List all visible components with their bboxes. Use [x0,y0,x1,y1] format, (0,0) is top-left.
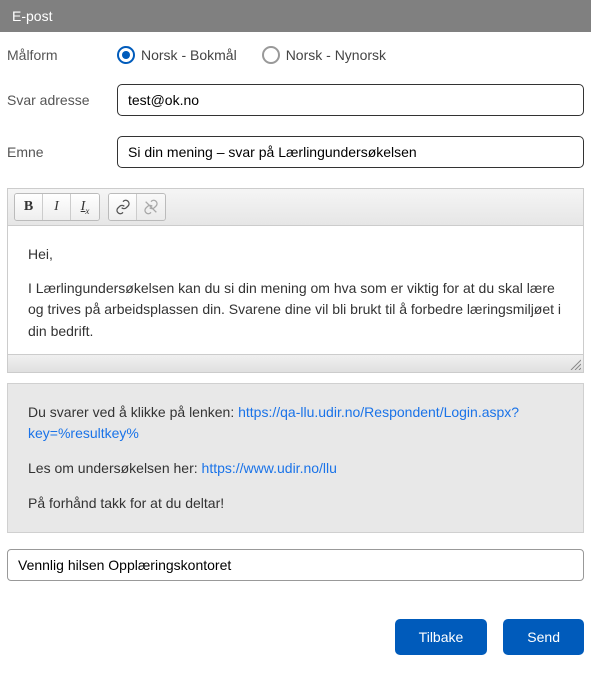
malform-label: Målform [7,47,117,63]
emne-row: Emne [7,136,584,168]
editor-greeting: Hei, [28,244,563,266]
radio-nynorsk[interactable]: Norsk - Nynorsk [262,46,386,64]
info-line-3: På forhånd takk for at du deltar! [28,493,563,514]
bold-icon: B [24,199,33,215]
radio-bokmal-label: Norsk - Bokmål [141,47,237,63]
clear-format-button[interactable]: Ix [71,194,99,220]
svar-adresse-label: Svar adresse [7,92,117,108]
info-link-2[interactable]: https://www.udir.no/llu [202,460,337,476]
editor-body-wrap: Hei, I Lærlingundersøkelsen kan du si di… [8,226,583,354]
malform-radio-group: Norsk - Bokmål Norsk - Nynorsk [117,46,386,64]
send-button[interactable]: Send [503,619,584,655]
back-button[interactable]: Tilbake [395,619,488,655]
dialog-content: Målform Norsk - Bokmål Norsk - Nynorsk S… [0,32,591,591]
radio-dot-icon [122,51,130,59]
link-icon [115,199,131,215]
rich-text-editor: B I Ix [7,188,584,373]
svar-adresse-input[interactable] [117,84,584,116]
italic-button[interactable]: I [43,194,71,220]
radio-nynorsk-label: Norsk - Nynorsk [286,47,386,63]
editor-toolbar: B I Ix [8,189,583,226]
text-format-group: B I Ix [14,193,100,221]
editor-body[interactable]: Hei, I Lærlingundersøkelsen kan du si di… [8,226,583,354]
dialog-title: E-post [12,8,52,24]
italic-icon: I [54,199,59,215]
info-line-1: Du svarer ved å klikke på lenken: https:… [28,402,563,444]
button-row: Tilbake Send [0,591,591,665]
bold-button[interactable]: B [15,194,43,220]
link-button[interactable] [109,194,137,220]
info-box: Du svarer ved å klikke på lenken: https:… [7,383,584,533]
info-line-2: Les om undersøkelsen her: https://www.ud… [28,458,563,479]
dialog-header: E-post [0,0,591,32]
unlink-button[interactable] [137,194,165,220]
radio-circle-icon [117,46,135,64]
radio-bokmal[interactable]: Norsk - Bokmål [117,46,237,64]
radio-circle-icon [262,46,280,64]
link-group [108,193,166,221]
resize-handle-icon[interactable] [569,358,581,370]
signature-input[interactable] [7,549,584,581]
unlink-icon [143,199,159,215]
editor-footer [8,354,583,372]
emne-input[interactable] [117,136,584,168]
info-line-1-text: Du svarer ved å klikke på lenken: [28,404,238,420]
emne-label: Emne [7,144,117,160]
svar-adresse-row: Svar adresse [7,84,584,116]
clear-format-icon: Ix [81,199,90,216]
info-line-2-text: Les om undersøkelsen her: [28,460,202,476]
editor-paragraph: I Lærlingundersøkelsen kan du si din men… [28,278,563,343]
malform-row: Målform Norsk - Bokmål Norsk - Nynorsk [7,46,584,64]
